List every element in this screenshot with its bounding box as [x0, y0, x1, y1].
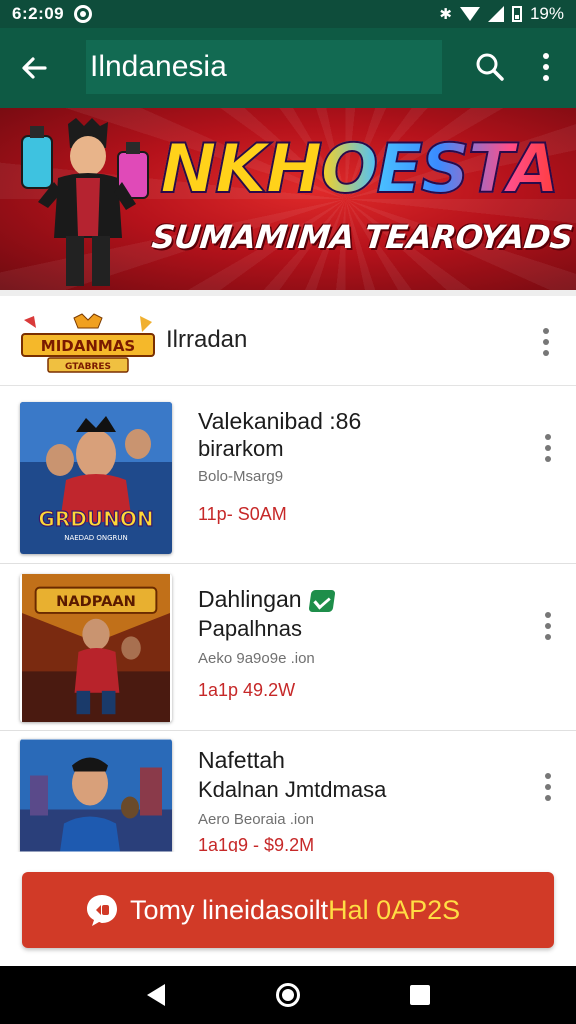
more-vert-icon [543, 53, 549, 81]
back-button[interactable] [0, 28, 68, 108]
app-price: 1a1p 49.2W [198, 680, 296, 700]
recents-square-icon [410, 985, 430, 1005]
thumb-title: NADPAAN [56, 593, 136, 610]
banner-headline: NKHOESTA [159, 129, 560, 210]
logo-text-top: MIDANMAS [41, 337, 135, 355]
app-name: Valekanibad :86 [198, 408, 362, 434]
list-item[interactable]: GRDUNON NAEDAD ONGRUN Valekanibad :86 bi… [0, 386, 576, 564]
page-title: Ilndanesia [86, 40, 442, 94]
item-more-button[interactable] [530, 606, 566, 646]
cta-label-highlight: Hal 0AP2S [328, 894, 461, 925]
chat-cta-button[interactable]: Tomy lineidasoiltHal 0AP2S [22, 872, 554, 948]
app-thumbnail: GRDUNON NAEDAD ONGRUN [20, 402, 172, 554]
more-vert-icon [545, 434, 551, 462]
overflow-menu-button[interactable] [524, 40, 568, 94]
app-developer: Kdalnan Jmtdmasa [198, 777, 387, 802]
arrow-back-icon [22, 57, 47, 79]
more-vert-icon [543, 328, 549, 356]
app-developer: birarkom [198, 436, 284, 461]
list-item[interactable]: NADPAAN Dahlingan Papalhnas Aeko 9a9o9e … [0, 564, 576, 731]
app-name: Dahlingan [198, 586, 336, 613]
app-thumbnail [20, 739, 172, 852]
app-name: Nafettah [198, 747, 285, 773]
app-name-text: Dahlingan [198, 586, 302, 612]
nav-home-button[interactable] [268, 975, 308, 1015]
cta-label: Tomy lineidasoiltHal 0AP2S [130, 895, 460, 926]
status-icons: ✱ 19% [439, 4, 564, 24]
notification-icon [74, 5, 93, 23]
app-price: 11p- S0AM [198, 504, 287, 524]
thumb-title: GRDUNON [38, 507, 153, 531]
item-more-button[interactable] [530, 428, 566, 468]
developer-header: MIDANMAS GTABRES Ilrradan [0, 290, 576, 386]
verified-badge-icon [308, 589, 336, 612]
list-item[interactable]: Nafettah Kdalnan Jmtdmasa Aero Beoraia .… [0, 731, 576, 855]
nav-recents-button[interactable] [400, 975, 440, 1015]
logo-text-bottom: GTABRES [65, 362, 111, 372]
banner-character-illustration [21, 118, 149, 286]
back-triangle-icon [147, 984, 165, 1006]
nav-back-button[interactable] [136, 975, 176, 1015]
developer-more-button[interactable] [528, 322, 564, 362]
status-bar: 6:2:09 ✱ 19% [0, 0, 576, 28]
banner-subline: SUMAMIMA TEAROYADS [150, 218, 575, 256]
status-time: 6:2:09 [12, 4, 65, 23]
app-meta: Aero Beoraia .ion [198, 811, 314, 828]
developer-name: Ilrradan [166, 326, 248, 353]
app-thumbnail: NADPAAN [22, 574, 170, 722]
cta-container: Tomy lineidasoiltHal 0AP2S [0, 852, 576, 966]
home-circle-icon [276, 983, 300, 1007]
search-button[interactable] [464, 40, 516, 94]
app-meta: Bolo-Msarg9 [198, 468, 284, 485]
battery-icon [511, 6, 522, 22]
developer-logo: MIDANMAS GTABRES [21, 313, 155, 373]
thumb-subtitle: NAEDAD ONGRUN [64, 534, 128, 542]
wifi-icon [459, 7, 480, 21]
system-nav-bar [0, 966, 576, 1024]
app-bar: Ilndanesia [0, 28, 576, 108]
promo-banner[interactable]: NKHOESTA SUMAMIMA TEAROYADS [0, 108, 576, 290]
cta-label-main: Tomy lineidasoilt [130, 894, 329, 925]
signal-icon [487, 6, 504, 22]
more-vert-icon [545, 612, 551, 640]
search-icon [476, 53, 504, 81]
more-vert-icon [545, 773, 551, 801]
chat-bubble-icon [87, 895, 117, 926]
battery-percent: 19% [529, 4, 564, 23]
app-meta: Aeko 9a9o9e .ion [198, 650, 315, 667]
bluetooth-icon: ✱ [439, 6, 452, 23]
app-developer: Papalhnas [198, 616, 302, 641]
item-more-button[interactable] [530, 767, 566, 807]
